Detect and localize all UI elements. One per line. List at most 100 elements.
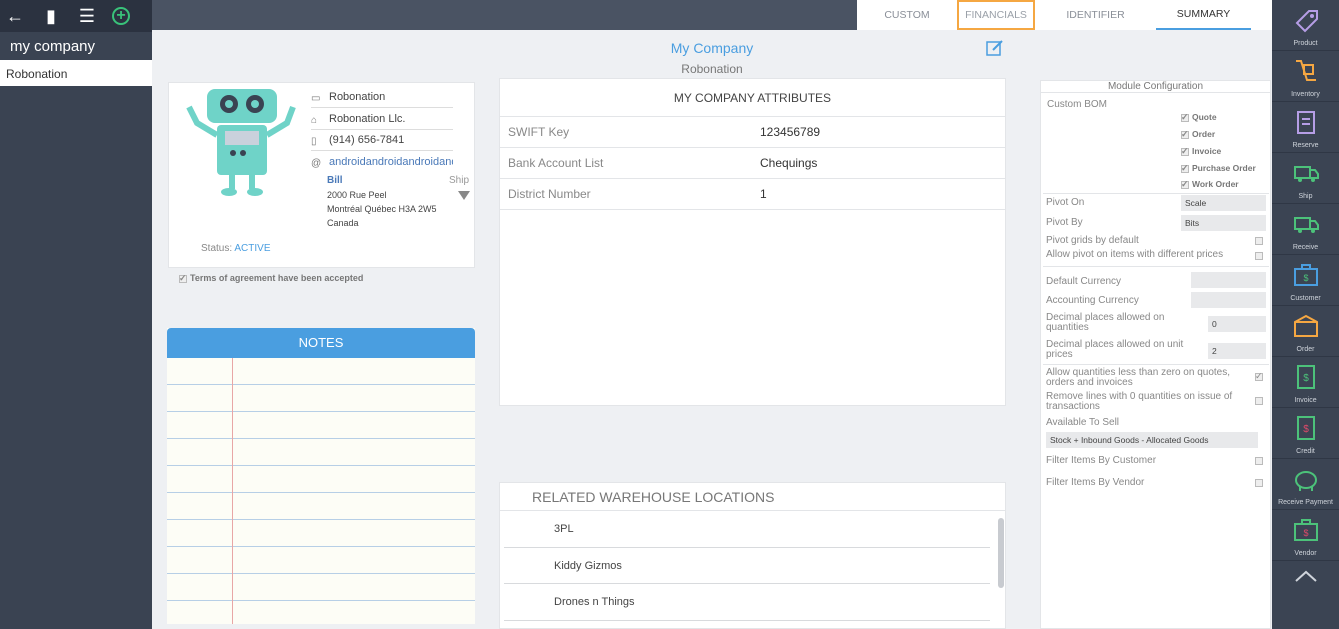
reserve-clipboard-icon	[1296, 111, 1315, 134]
receive-truck-icon	[1293, 217, 1319, 233]
bom-work-order-checkbox[interactable]	[1181, 179, 1189, 190]
attribute-value: 1	[760, 187, 767, 201]
email-row: @ androidandroidandroidandroid	[311, 153, 453, 173]
add-icon[interactable]: +	[112, 7, 130, 25]
rail-invoice[interactable]: $ Invoice	[1272, 357, 1339, 408]
ship-tab[interactable]: Ship	[449, 175, 469, 186]
svg-text:$: $	[1303, 273, 1308, 283]
tab-summary[interactable]: SUMMARY	[1156, 0, 1251, 30]
divider	[1043, 193, 1269, 194]
filter-customer-checkbox[interactable]	[1255, 457, 1263, 465]
warehouse-panel: RELATED WAREHOUSE LOCATIONS 3PL Kiddy Gi…	[499, 482, 1006, 629]
left-toolbar: ← ▮ ☰ +	[0, 0, 152, 32]
company-name: Robonation	[329, 91, 386, 103]
back-arrow-icon[interactable]: ←	[4, 0, 26, 32]
bom-order-label: Order	[1192, 129, 1216, 139]
legal-name: Robonation Llc.	[329, 113, 406, 125]
pivot-by-field[interactable]: Bits	[1181, 215, 1266, 231]
rail-product[interactable]: Product	[1272, 0, 1339, 51]
rail-receive-payment[interactable]: Receive Payment	[1272, 459, 1339, 510]
divider	[1043, 266, 1269, 267]
accounting-currency-label: Accounting Currency	[1046, 295, 1139, 306]
page-title: My Company	[670, 40, 754, 56]
credit-document-icon: $	[1296, 416, 1315, 440]
rail-inventory[interactable]: Inventory	[1272, 51, 1339, 102]
decimal-price-label: Decimal places allowed on unit prices	[1046, 339, 1184, 360]
list-item[interactable]: Kiddy Gizmos	[504, 548, 990, 584]
allow-pivot-checkbox[interactable]	[1255, 252, 1263, 260]
divider	[1043, 364, 1269, 365]
module-title: Module Configuration	[1041, 81, 1270, 93]
bom-invoice-checkbox[interactable]	[1181, 146, 1189, 157]
pivot-on-field[interactable]: Scale	[1181, 195, 1266, 211]
tab-identifier[interactable]: IDENTIFIER	[1035, 0, 1156, 30]
rail-customer[interactable]: $ Customer	[1272, 255, 1339, 306]
rail-credit[interactable]: $ Credit	[1272, 408, 1339, 459]
bom-invoice[interactable]: Invoice	[1181, 146, 1222, 157]
tab-financials[interactable]: FINANCIALS	[957, 0, 1035, 30]
sidebar-item-robonation[interactable]: Robonation	[0, 60, 152, 86]
product-tag-icon	[1295, 10, 1318, 33]
email-address[interactable]: androidandroidandroidandroid	[329, 156, 453, 168]
status-badge: ACTIVE	[234, 243, 271, 254]
default-currency-field[interactable]	[1191, 272, 1266, 288]
bom-work-order[interactable]: Work Order	[1181, 179, 1239, 190]
notes-margin-line	[232, 358, 233, 624]
attributes-title: MY COMPANY ATTRIBUTES	[500, 79, 1005, 117]
address-line-3: Canada	[327, 218, 359, 228]
page-subtitle: Robonation	[681, 62, 743, 76]
bom-work-order-label: Work Order	[1192, 179, 1239, 189]
bom-purchase-order-checkbox[interactable]	[1181, 163, 1189, 174]
home-icon	[1294, 570, 1317, 582]
attribute-row[interactable]: Bank Account List Chequings	[500, 148, 1005, 179]
rail-vendor[interactable]: $ Vendor	[1272, 510, 1339, 561]
bom-purchase-order-label: Purchase Order	[1192, 163, 1256, 173]
address-line-1: 2000 Rue Peel	[327, 190, 387, 200]
warehouse-scrollbar[interactable]	[998, 518, 1004, 588]
bom-order[interactable]: Order	[1181, 129, 1216, 140]
svg-text:$: $	[1303, 528, 1308, 538]
address-line-2: Montréal Québec H3A 2W5	[327, 204, 437, 214]
bom-purchase-order[interactable]: Purchase Order	[1181, 163, 1256, 174]
bom-quote-checkbox[interactable]	[1181, 112, 1189, 123]
tab-custom[interactable]: CUSTOM	[857, 0, 957, 30]
inventory-cart-icon	[1295, 60, 1316, 81]
attribute-row[interactable]: District Number 1	[500, 179, 1005, 210]
bom-invoice-label: Invoice	[1192, 146, 1222, 156]
terms-checkbox[interactable]	[179, 273, 187, 284]
bom-quote[interactable]: Quote	[1181, 112, 1217, 123]
rail-reserve[interactable]: Reserve	[1272, 102, 1339, 153]
rail-receive[interactable]: Receive	[1272, 204, 1339, 255]
list-item[interactable]: 3PL	[504, 511, 990, 548]
rail-order[interactable]: Order	[1272, 306, 1339, 357]
allow-negative-checkbox[interactable]	[1255, 371, 1263, 382]
remove-zero-checkbox[interactable]	[1255, 397, 1263, 405]
bill-tab[interactable]: Bill	[327, 175, 343, 186]
order-box-icon	[1293, 314, 1318, 337]
list-item[interactable]: Drones n Things	[504, 584, 990, 621]
company-name-row: ▭ Robonation	[311, 88, 453, 108]
customer-briefcase-icon: $	[1293, 264, 1318, 286]
bom-quote-label: Quote	[1192, 112, 1217, 122]
available-to-sell-field[interactable]: Stock + Inbound Goods - Allocated Goods	[1046, 432, 1258, 448]
edit-icon[interactable]	[986, 39, 1004, 57]
decimal-qty-label: Decimal places allowed on quantities	[1046, 312, 1165, 333]
decimal-qty-field[interactable]: 0	[1208, 316, 1266, 332]
bar-chart-icon[interactable]: ▮	[40, 0, 62, 32]
decimal-price-field[interactable]: 2	[1208, 343, 1266, 359]
phone-icon: ▯	[311, 136, 317, 147]
bom-order-checkbox[interactable]	[1181, 129, 1189, 140]
ship-dropdown-arrow-icon[interactable]	[458, 191, 470, 200]
filter-vendor-checkbox[interactable]	[1255, 479, 1263, 487]
rail-home[interactable]	[1272, 561, 1339, 612]
attribute-row[interactable]: SWIFT Key 123456789	[500, 117, 1005, 148]
pivot-grids-checkbox[interactable]	[1255, 237, 1263, 245]
list-icon[interactable]: ☰	[76, 0, 98, 32]
accounting-currency-field[interactable]	[1191, 292, 1266, 308]
pivot-grids-label: Pivot grids by default	[1046, 235, 1139, 246]
custom-bom-label: Custom BOM	[1047, 99, 1108, 110]
rail-ship[interactable]: Ship	[1272, 153, 1339, 204]
notes-textarea[interactable]	[167, 358, 475, 624]
terms-accepted: Terms of agreement have been accepted	[179, 273, 363, 284]
available-label: Available To Sell	[1046, 417, 1120, 428]
